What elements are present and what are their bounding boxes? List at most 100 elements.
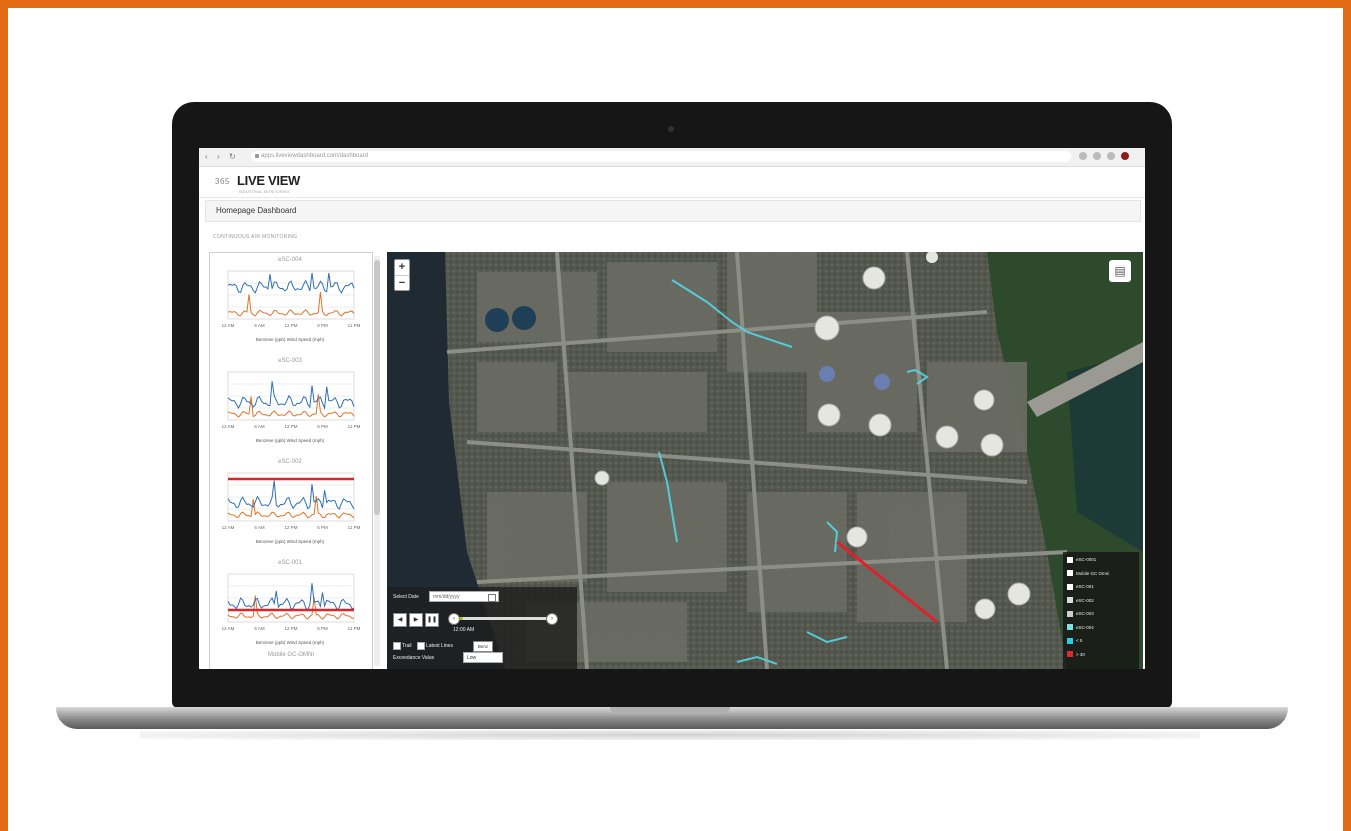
x-tick-label: 6 PM — [317, 424, 328, 429]
legend-label: eSC-001 — [1076, 584, 1094, 589]
exceedance-value: Low — [467, 655, 477, 661]
zoom-out-button[interactable]: − — [395, 275, 409, 291]
map-legend: eSC-0001 Mobile GC Omni eSC-001 eSC-002 eSC-… — [1063, 552, 1139, 669]
extension-icon[interactable] — [1079, 152, 1087, 160]
date-input[interactable]: mm/dd/yyyy — [429, 591, 499, 602]
latest-lines-label: Latest Lines — [426, 643, 453, 649]
browser-chrome: ‹ › ↻ apps.liveviewdashboard.com/dashboa… — [199, 148, 1145, 167]
x-tick-label: 12 PM — [284, 323, 297, 328]
trail-checkbox[interactable] — [393, 642, 401, 650]
laptop-notch — [610, 707, 730, 713]
latest-lines-checkbox[interactable] — [417, 642, 425, 650]
tooltip: Benz — [473, 641, 493, 652]
chart-title: eSC-001 — [278, 560, 302, 566]
chart-title: eSC-002 — [278, 459, 302, 465]
logo-text[interactable]: LIVE VIEW — [237, 173, 300, 188]
chart-title: eSC-004 — [278, 257, 302, 263]
sensor-line-chart: 12 AM 6 AM 12 PM 6 PM 11 PM — [222, 573, 361, 631]
legend-label: eSC-003 — [1076, 611, 1094, 616]
legend-label: > 30 — [1076, 651, 1085, 657]
sensor-chart-panel[interactable]: Mobile GC-OMNI eSC-004 12 AM 6 AM 12 PM 6 PM… — [209, 252, 373, 669]
layers-icon[interactable]: ▤ — [1109, 260, 1131, 282]
x-tick-label: 12 AM — [222, 626, 235, 631]
chart-legend[interactable]: Benzene (ppb) Wind Speed (mph) — [214, 539, 366, 544]
legend-item[interactable]: Mobile GC Omni — [1067, 570, 1109, 578]
legend-item[interactable]: > 30 — [1067, 651, 1085, 659]
x-tick-label: 11 PM — [348, 626, 361, 631]
chart-legend[interactable]: Benzene (ppb) Wind Speed (mph) — [214, 337, 366, 342]
legend-swatch — [1067, 624, 1073, 631]
legend-item[interactable]: < 5 — [1067, 637, 1082, 645]
laptop-screen: ‹ › ↻ apps.liveviewdashboard.com/dashboa… — [199, 148, 1145, 669]
chart-legend[interactable]: Benzene (ppb) Wind Speed (mph) — [214, 438, 366, 443]
back-icon[interactable]: ‹ — [205, 152, 208, 161]
sensor-chart[interactable]: eSC-001 12 AM 6 AM 12 PM 6 PM 11 PM Benzene (p… — [214, 560, 366, 652]
scrollbar-thumb[interactable] — [374, 260, 380, 515]
zoom-in-button[interactable]: + — [395, 260, 409, 275]
logo-subtitle: INDUSTRIAL MONITORING — [239, 189, 290, 194]
time-slider-track[interactable] — [453, 617, 551, 620]
laptop-shadow — [140, 730, 1200, 740]
slider-end-handle[interactable]: › — [546, 613, 558, 625]
sidebar-more-title: Mobile GC-OMNI — [267, 652, 314, 658]
x-tick-label: 12 AM — [222, 323, 235, 328]
legend-item[interactable]: eSC-001 — [1067, 583, 1094, 591]
x-tick-label: 6 AM — [254, 323, 265, 328]
legend-swatch — [1067, 637, 1073, 644]
time-value: 12:00 AM — [453, 627, 475, 633]
calendar-icon[interactable] — [488, 594, 496, 602]
legend-item[interactable]: eSC-0001 — [1067, 556, 1096, 564]
legend-label: eSC-0001 — [1076, 557, 1097, 562]
page-title-bar: Homepage Dashboard — [205, 200, 1141, 222]
x-tick-label: 6 PM — [317, 525, 328, 530]
x-tick-label: 12 AM — [222, 424, 235, 429]
sensor-line-chart: 12 AM 6 AM 12 PM 6 PM 11 PM — [222, 371, 361, 429]
lock-icon — [255, 154, 259, 158]
x-tick-label: 12 AM — [222, 525, 235, 530]
legend-swatch — [1067, 651, 1073, 658]
x-tick-label: 11 PM — [348, 525, 361, 530]
slider-start-handle[interactable]: ‹ — [448, 613, 460, 625]
x-tick-label: 6 AM — [254, 626, 265, 631]
sensor-chart[interactable]: eSC-003 12 AM 6 AM 12 PM 6 PM 11 PM Benzene (p… — [214, 358, 366, 450]
x-tick-label: 12 PM — [284, 424, 297, 429]
legend-swatch — [1067, 597, 1073, 604]
step-back-button[interactable]: ◀ — [393, 613, 407, 627]
chart-legend[interactable]: Benzene (ppb) Wind Speed (mph) — [214, 640, 366, 645]
trail-label: Trail — [402, 643, 412, 649]
refresh-icon[interactable]: ↻ — [229, 152, 236, 161]
sensor-line-chart: 12 AM 6 AM 12 PM 6 PM 11 PM — [222, 270, 361, 328]
legend-swatch — [1067, 556, 1073, 563]
playback-controls: Select Date mm/dd/yyyy ◀ ▶ ❚❚ ‹ › 12:00 … — [387, 587, 577, 669]
legend-item[interactable]: eSC-002 — [1067, 597, 1094, 605]
select-date-label: Select Date — [393, 594, 419, 600]
sensor-line-chart: 12 AM 6 AM 12 PM 6 PM 11 PM — [222, 472, 361, 530]
extension-icon[interactable] — [1093, 152, 1101, 160]
x-tick-label: 12 PM — [284, 626, 297, 631]
x-tick-label: 6 PM — [317, 323, 328, 328]
sensor-chart[interactable]: eSC-004 12 AM 6 AM 12 PM 6 PM 11 PM Benzene (p… — [214, 257, 366, 349]
legend-item[interactable]: eSC-003 — [1067, 610, 1094, 618]
x-tick-label: 6 AM — [254, 525, 265, 530]
date-value: mm/dd/yyyy — [433, 594, 460, 600]
address-bar[interactable]: apps.liveviewdashboard.com/dashboard — [251, 151, 1071, 162]
exceedance-label: Exceedance Value — [393, 655, 435, 661]
app-header: 365 LIVE VIEW INDUSTRIAL MONITORING — [199, 167, 1145, 198]
exceedance-select[interactable]: Low — [463, 652, 503, 663]
legend-label: eSC-004 — [1076, 624, 1094, 630]
forward-icon[interactable]: › — [217, 152, 220, 161]
legend-item[interactable]: eSC-004 — [1067, 624, 1094, 632]
pause-button[interactable]: ❚❚ — [425, 613, 439, 627]
extension-icon[interactable] — [1107, 152, 1115, 160]
play-button[interactable]: ▶ — [409, 613, 423, 627]
camera-icon — [668, 126, 674, 132]
profile-avatar[interactable] — [1121, 152, 1129, 160]
satellite-map[interactable]: + − ▤ Select Date mm/dd/yyyy ◀ ▶ ❚❚ ‹ › … — [387, 252, 1143, 669]
legend-label: eSC-002 — [1076, 597, 1094, 603]
x-tick-label: 11 PM — [348, 424, 361, 429]
zoom-control: + − — [394, 259, 410, 291]
legend-swatch — [1067, 610, 1073, 617]
legend-label: Mobile GC Omni — [1076, 570, 1110, 576]
sensor-chart[interactable]: eSC-002 12 AM 6 AM 12 PM 6 PM 11 PM Benzene (p… — [214, 459, 366, 551]
x-tick-label: 11 PM — [348, 323, 361, 328]
